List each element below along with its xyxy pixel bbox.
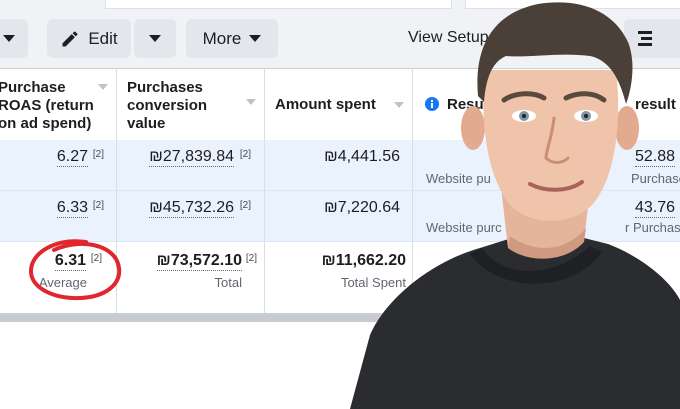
chevron-down-icon (249, 35, 262, 42)
conversion-note: [2] (239, 149, 251, 160)
header-line: value (127, 115, 166, 132)
pencil-icon (62, 30, 78, 46)
more-label: More (202, 28, 242, 48)
chevron-down-icon (3, 35, 15, 42)
more-button[interactable]: More (186, 19, 278, 58)
conversion-note: [2] (245, 253, 257, 264)
roas-value[interactable]: 6.27 (56, 148, 88, 167)
header-line: Purchases (127, 79, 203, 96)
edit-dropdown-button[interactable] (134, 19, 176, 58)
roas-note: [2] (92, 200, 104, 211)
cell-roas: 6.27 [2] (0, 140, 117, 190)
edit-label: Edit (88, 28, 118, 48)
edit-button[interactable]: Edit (47, 19, 131, 58)
chevron-down-icon (149, 35, 161, 42)
roas-note: [2] (92, 149, 104, 160)
column-header-conversion-value[interactable]: Purchases conversion value (117, 69, 265, 140)
header-line: Purchase (0, 79, 66, 96)
column-header-purchase-roas[interactable]: Purchase ROAS (return on ad spend) (0, 69, 117, 140)
cell-roas: 6.33 [2] (0, 191, 117, 241)
sort-icon[interactable] (246, 99, 256, 105)
dropdown-button[interactable] (0, 19, 28, 58)
conversion-value[interactable]: ₪27,839.84 (149, 148, 234, 167)
header-line: ROAS (return (0, 97, 94, 114)
person-photo (350, 2, 680, 409)
conversion-total-value[interactable]: ₪73,572.10 (156, 252, 242, 271)
conversion-value[interactable]: ₪45,732.26 (149, 199, 234, 218)
roas-value[interactable]: 6.33 (56, 199, 88, 218)
cell-conversion-value: ₪27,839.84 [2] (117, 140, 265, 190)
conversion-total-label: Total (214, 275, 242, 290)
cell-conversion-value: ₪45,732.26 [2] (117, 191, 265, 241)
conversion-note: [2] (239, 200, 251, 211)
header-line: conversion (127, 97, 208, 114)
highlight-circle (29, 239, 122, 301)
sort-icon[interactable] (98, 84, 108, 90)
cell-conversion-total: ₪73,572.10 [2] Total (117, 242, 265, 313)
header-line: on ad spend) (0, 115, 92, 132)
